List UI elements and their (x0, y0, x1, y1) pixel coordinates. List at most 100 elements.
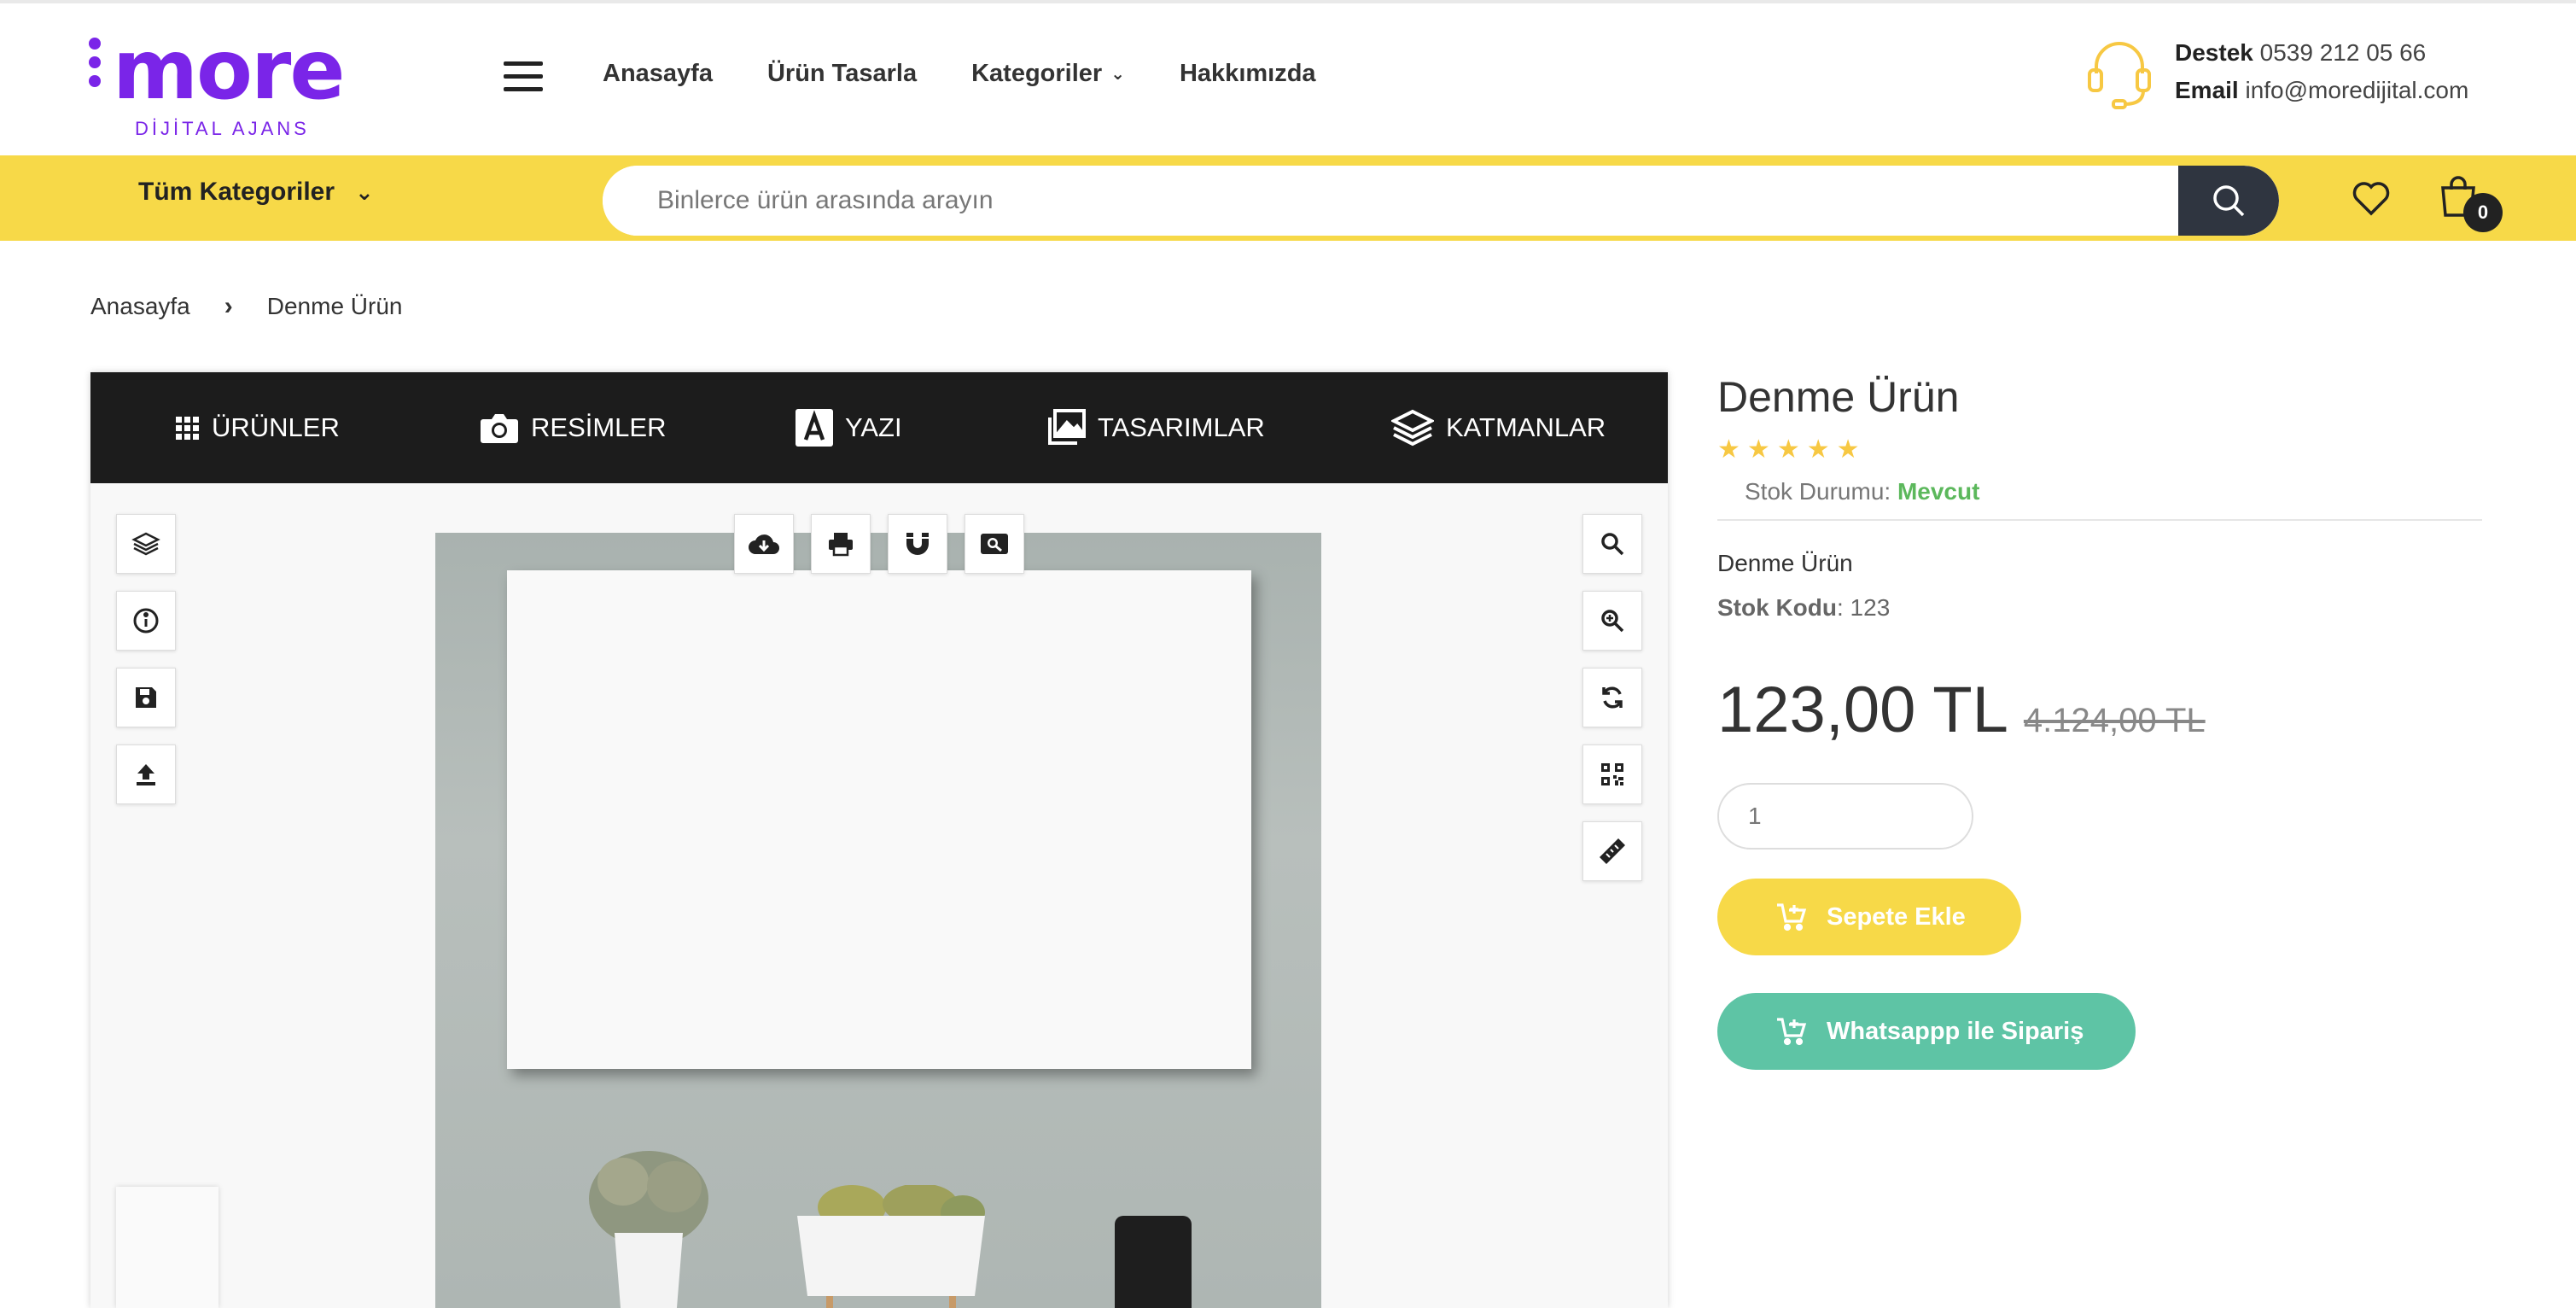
qr-code-icon (1601, 763, 1623, 785)
wishlist-icon[interactable] (2351, 178, 2392, 219)
qr-code-tool[interactable] (1582, 745, 1642, 804)
nav-about[interactable]: Hakkımızda (1180, 60, 1316, 88)
search-button[interactable] (2178, 166, 2279, 236)
cart-button[interactable]: 0 (2439, 174, 2503, 232)
rating-stars: ★ ★ ★ ★ ★ (1717, 437, 2482, 463)
zoom-in-icon (1601, 610, 1624, 633)
grid-icon (176, 417, 199, 440)
stock-code: Stok Kodu: 123 (1717, 594, 2482, 622)
nav-design-product[interactable]: Ürün Tasarla (767, 60, 917, 88)
layers-icon (131, 532, 160, 556)
quantity-input[interactable] (1717, 783, 1973, 850)
chevron-right-icon: › (224, 292, 233, 320)
planter-box-image (797, 1185, 985, 1308)
support-label: Destek (2175, 39, 2253, 66)
save-icon (136, 687, 156, 708)
nav-label: Kategoriler (971, 60, 1103, 87)
star-icon: ★ (1717, 435, 1740, 464)
nav-home[interactable]: Anasayfa (603, 60, 713, 88)
images-icon (1048, 409, 1086, 445)
menu-icon[interactable] (504, 61, 543, 92)
cart-plus-icon (1777, 1018, 1807, 1046)
contact-info: Destek 0539 212 05 66 Email info@moredij… (2175, 34, 2468, 109)
search-bar: Tüm Kategoriler ⌄ 0 (0, 155, 2576, 241)
ruler-tool[interactable] (1582, 821, 1642, 881)
logo-dots (89, 38, 102, 94)
whatsapp-order-label: Whatsappp ile Sipariş (1827, 1017, 2084, 1045)
design-canvas[interactable] (507, 570, 1251, 1069)
tab-designs[interactable]: TASARIMLAR (1046, 406, 1265, 449)
chevron-down-icon: ⌄ (1110, 65, 1125, 84)
zoom-icon (1601, 533, 1624, 556)
zoom-in-tool[interactable] (1582, 591, 1642, 651)
star-icon: ★ (1806, 435, 1830, 464)
tab-text[interactable]: YAZI (796, 406, 902, 449)
magnet-tool[interactable] (888, 514, 947, 574)
add-to-cart-label: Sepete Ekle (1827, 902, 1966, 931)
cart-plus-icon (1777, 903, 1807, 931)
main-nav: Anasayfa Ürün Tasarla Kategoriler ⌄ Hakkı… (603, 60, 1316, 88)
camera-icon (481, 414, 518, 443)
breadcrumb-current: Denme Ürün (266, 293, 403, 319)
tab-label: YAZI (845, 412, 902, 442)
preview-icon (981, 534, 1008, 554)
stock-code-value: : 123 (1837, 594, 1891, 621)
product-mockup-scene (435, 533, 1321, 1308)
logo[interactable]: more DİJİTAL AJANS (89, 22, 353, 139)
cloud-download-icon (749, 534, 779, 554)
upload-tool[interactable] (116, 745, 176, 804)
nav-label: Ürün Tasarla (766, 60, 918, 87)
whatsapp-order-button[interactable]: Whatsappp ile Sipariş (1717, 993, 2136, 1070)
text-icon (796, 409, 833, 447)
star-icon: ★ (1836, 435, 1860, 464)
info-icon (133, 608, 159, 634)
tab-label: KATMANLAR (1446, 412, 1606, 442)
magnet-icon (906, 533, 929, 555)
product-title: Denme Ürün (1717, 373, 1960, 421)
tab-label: ÜRÜNLER (212, 412, 340, 442)
layers-icon (1391, 409, 1434, 447)
tab-images[interactable]: RESİMLER (480, 406, 666, 449)
star-icon: ★ (1746, 435, 1770, 464)
preview-tool[interactable] (965, 514, 1024, 574)
designer-tabs: ÜRÜNLER RESİMLER YAZI TASARIMLAR KATMANL… (90, 372, 1668, 483)
speaker-image (1115, 1216, 1192, 1308)
tab-label: RESİMLER (531, 412, 667, 442)
email-label: Email (2175, 77, 2239, 103)
product-info: Denme Ürün ★ ★ ★ ★ ★ Stok Durumu: Mevcut… (1717, 372, 2482, 1070)
site-header: more DİJİTAL AJANS Anasayfa Ürün Tasarla… (0, 3, 2576, 155)
print-icon (829, 533, 853, 557)
layers-tool[interactable] (116, 514, 176, 574)
email-line: Email info@moredijital.com (2175, 72, 2468, 109)
reset-tool[interactable] (1582, 668, 1642, 727)
stock-value: Mevcut (1897, 478, 1980, 505)
tab-label: TASARIMLAR (1098, 412, 1265, 442)
add-to-cart-button[interactable]: Sepete Ekle (1717, 879, 2021, 955)
info-tool[interactable] (116, 591, 176, 651)
logo-word: more (113, 22, 345, 118)
search-icon (2213, 185, 2245, 217)
all-categories-dropdown[interactable]: Tüm Kategoriler ⌄ (138, 178, 374, 207)
zoom-tool[interactable] (1582, 514, 1642, 574)
nav-categories[interactable]: Kategoriler ⌄ (971, 60, 1125, 88)
cactus-pot-image (589, 1151, 708, 1308)
support-line: Destek 0539 212 05 66 (2175, 34, 2468, 72)
product-thumbnail[interactable] (116, 1187, 219, 1308)
product-designer: ÜRÜNLER RESİMLER YAZI TASARIMLAR KATMANL… (90, 372, 1668, 1308)
support-phone[interactable]: 0539 212 05 66 (2260, 39, 2427, 66)
old-price: 4.124,00 TL (2023, 702, 2206, 739)
logo-subtitle: DİJİTAL AJANS (135, 118, 310, 139)
tab-products[interactable]: ÜRÜNLER (174, 406, 340, 449)
stock-label: Stok Durumu: (1745, 478, 1891, 505)
print-tool[interactable] (811, 514, 871, 574)
search-input[interactable] (603, 166, 2178, 236)
breadcrumb-home[interactable]: Anasayfa (90, 293, 190, 320)
nav-label: Hakkımızda (1179, 60, 1316, 87)
cloud-download-tool[interactable] (734, 514, 794, 574)
search-box (603, 166, 2279, 236)
product-description: Denme Ürün (1717, 550, 1853, 576)
email-address[interactable]: info@moredijital.com (2245, 77, 2468, 103)
tab-layers[interactable]: KATMANLAR (1391, 406, 1606, 449)
stock-status: Stok Durumu: Mevcut (1717, 478, 2482, 521)
save-tool[interactable] (116, 668, 176, 727)
